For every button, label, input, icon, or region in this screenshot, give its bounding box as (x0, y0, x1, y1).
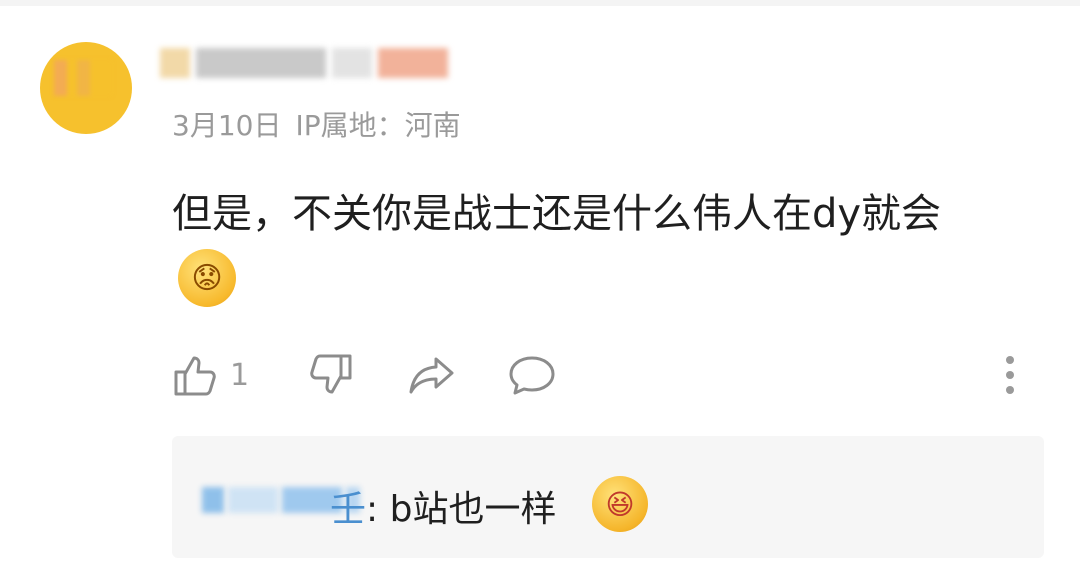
thumbs-up-icon (174, 356, 216, 396)
like-button[interactable]: 1 (172, 350, 249, 400)
top-divider (0, 0, 1080, 6)
ip-location: 河南 (404, 109, 461, 142)
ip-label: IP属地： (295, 109, 405, 142)
share-icon (409, 357, 454, 394)
avatar[interactable] (40, 42, 132, 134)
laughing-face-emoji: 😆 (592, 476, 648, 532)
dislike-button[interactable] (310, 350, 354, 400)
share-button[interactable] (408, 350, 456, 400)
more-options-button[interactable] (1002, 350, 1018, 400)
like-count: 1 (230, 357, 250, 393)
comment-date: 3月10日 (172, 109, 282, 142)
reply-preview[interactable]: 壬: b站也一样 😆 (172, 436, 1044, 558)
reply-separator: : (366, 489, 379, 530)
reply-line: 壬: b站也一样 (330, 480, 556, 532)
comment-meta: 3月10日 IP属地：河南 (172, 104, 461, 144)
reply-author-tail[interactable]: 壬 (330, 489, 366, 530)
thinking-face-emoji: 😟 (178, 249, 236, 307)
more-vertical-icon (1006, 356, 1014, 394)
comment-actions: 1 (172, 350, 1052, 400)
reply-text: b站也一样 (378, 489, 557, 530)
reply-button[interactable] (508, 350, 556, 400)
avatar-blurred-image (54, 60, 112, 96)
comment-text: 但是，不关你是战士还是什么伟人在dy就会 (172, 191, 942, 237)
comment-icon (509, 356, 555, 395)
thumbs-down-icon (310, 354, 352, 394)
username-blurred[interactable] (160, 40, 470, 86)
